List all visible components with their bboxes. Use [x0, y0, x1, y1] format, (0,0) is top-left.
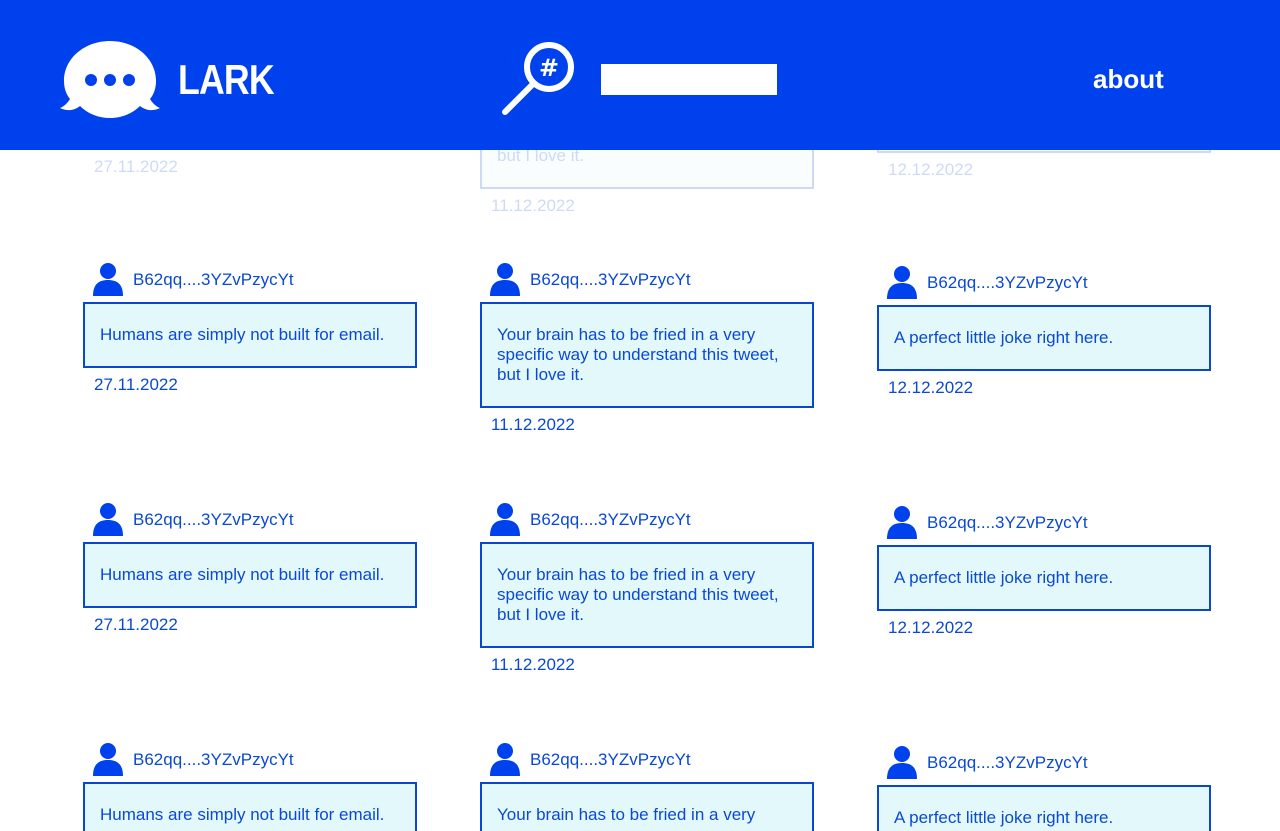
post-text: Your brain has to be fried in a very [497, 805, 756, 824]
post-date: 27.11.2022 [94, 615, 178, 634]
post-date: 12.12.2022 [888, 378, 974, 397]
post-author[interactable]: B62qq....3YZvPzycYt [927, 513, 1088, 533]
post-author[interactable]: B62qq....3YZvPzycYt [133, 270, 294, 290]
post-card[interactable]: B62qq....3YZvPzycYt A perfect little jok… [877, 745, 1211, 831]
post-bubble: Humans are simply not built for email. [83, 782, 417, 831]
post-date: 12.12.2022 [888, 160, 974, 179]
post-text: Humans are simply not built for email. [100, 805, 385, 824]
user-avatar-icon[interactable] [887, 505, 917, 539]
post-date: 12.12.2022 [888, 618, 974, 637]
post-date: 11.12.2022 [491, 655, 575, 674]
post-author[interactable]: B62qq....3YZvPzycYt [133, 510, 294, 530]
post-card[interactable]: B62qq....3YZvPzycYt A perfect little jok… [877, 505, 1211, 638]
user-avatar-icon[interactable] [490, 262, 520, 296]
post-author[interactable]: B62qq....3YZvPzycYt [133, 750, 294, 770]
brand-name[interactable]: LARK [178, 57, 275, 103]
user-avatar-icon[interactable] [93, 262, 123, 296]
post-text: Humans are simply not built for email. [100, 325, 385, 344]
post-bubble: Your brain has to be fried in a very [480, 782, 814, 831]
post-bubble: A perfect little joke right here. [877, 305, 1211, 371]
post-author[interactable]: B62qq....3YZvPzycYt [530, 750, 691, 770]
about-link[interactable]: about [1093, 63, 1164, 95]
post-author[interactable]: B62qq....3YZvPzycYt [927, 753, 1088, 773]
post-text: A perfect little joke right here. [894, 328, 1114, 347]
post-bubble: Your brain has to be fried in a very spe… [480, 302, 814, 408]
post-date: 27.11.2022 [94, 375, 178, 394]
page: LARK # about 27.11.2022 but I love it. 1… [0, 0, 1280, 831]
post-text: Your brain has to be fried in a very spe… [497, 565, 779, 624]
user-avatar-icon[interactable] [887, 745, 917, 779]
post-card[interactable]: B62qq....3YZvPzycYt Your brain has to be… [480, 742, 814, 831]
lark-logo-icon[interactable] [60, 38, 160, 122]
post-author[interactable]: B62qq....3YZvPzycYt [530, 510, 691, 530]
post-text: Humans are simply not built for email. [100, 565, 385, 584]
post-author[interactable]: B62qq....3YZvPzycYt [927, 273, 1088, 293]
post-text: A perfect little joke right here. [894, 568, 1114, 587]
post-card[interactable]: B62qq....3YZvPzycYt Your brain has to be… [480, 262, 814, 435]
top-navbar: LARK # about [0, 0, 1280, 150]
post-card[interactable]: B62qq....3YZvPzycYt A perfect little jok… [877, 265, 1211, 398]
post-bubble: Your brain has to be fried in a very spe… [480, 542, 814, 648]
post-bubble: A perfect little joke right here. [877, 545, 1211, 611]
post-date: 27.11.2022 [94, 157, 178, 176]
svg-text:#: # [539, 54, 559, 82]
hashtag-search-icon: # [502, 42, 574, 115]
post-bubble: A perfect little joke right here. [877, 785, 1211, 831]
user-avatar-icon[interactable] [887, 265, 917, 299]
post-date: 11.12.2022 [491, 415, 575, 434]
user-avatar-icon[interactable] [93, 502, 123, 536]
hashtag-search-input[interactable] [601, 64, 777, 95]
post-author[interactable]: B62qq....3YZvPzycYt [530, 270, 691, 290]
post-date: 11.12.2022 [491, 196, 575, 215]
post-card[interactable]: B62qq....3YZvPzycYt Humans are simply no… [83, 502, 417, 635]
user-avatar-icon[interactable] [490, 742, 520, 776]
user-avatar-icon[interactable] [490, 502, 520, 536]
post-card[interactable]: B62qq....3YZvPzycYt Humans are simply no… [83, 262, 417, 395]
post-text: A perfect little joke right here. [894, 808, 1114, 827]
post-bubble: Humans are simply not built for email. [83, 302, 417, 368]
user-avatar-icon[interactable] [93, 742, 123, 776]
post-text: Your brain has to be fried in a very spe… [497, 325, 779, 384]
post-bubble: Humans are simply not built for email. [83, 542, 417, 608]
post-card[interactable]: B62qq....3YZvPzycYt Humans are simply no… [83, 742, 417, 831]
post-card[interactable]: B62qq....3YZvPzycYt Your brain has to be… [480, 502, 814, 675]
